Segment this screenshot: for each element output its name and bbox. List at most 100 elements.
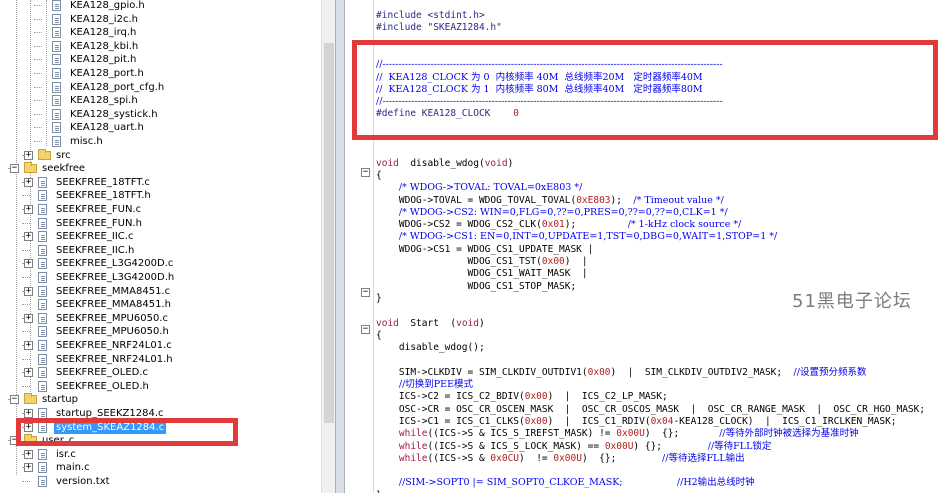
- tree-expand-toggle-icon[interactable]: −: [10, 395, 19, 405]
- tree-item-label: KEA128_port_cfg.h: [70, 81, 165, 93]
- tree-item-label: misc.h: [70, 136, 103, 147]
- code-token: disable_wdog();: [376, 342, 485, 354]
- tree-expand-toggle-icon[interactable]: +: [24, 286, 33, 296]
- tree-file[interactable]: SEEKFREE_18TFT.h: [22, 189, 300, 202]
- tree-file[interactable]: SEEKFREE_MMA8451.h: [22, 298, 300, 311]
- tree-file[interactable]: version.txt: [22, 475, 300, 488]
- folder-icon: [38, 148, 51, 160]
- tree-file[interactable]: KEA128_spi.h: [34, 94, 300, 107]
- tree-scrollbar-thumb[interactable]: [324, 43, 334, 423]
- tree-file[interactable]: + SEEKFREE_IIC.c: [22, 230, 300, 243]
- tree-file[interactable]: + SEEKFREE_OLED.c: [22, 366, 300, 379]
- fold-toggle-start[interactable]: −: [361, 325, 370, 334]
- code-token: );: [610, 194, 634, 206]
- tree-file[interactable]: KEA128_uart.h: [34, 121, 300, 134]
- tree-expand-toggle-icon[interactable]: +: [24, 409, 33, 418]
- tree-file[interactable]: KEA128_systick.h: [34, 108, 300, 121]
- tree-expand-toggle-icon[interactable]: +: [24, 463, 33, 473]
- tree-item-label: SEEKFREE_L3G4200D.c: [56, 258, 174, 270]
- tree-file[interactable]: SEEKFREE_FUN.h: [22, 217, 300, 230]
- code-token: #include <stdint.h>: [376, 10, 485, 21]
- tree-file[interactable]: SEEKFREE_MPU6050.h: [22, 325, 300, 338]
- file-icon: [52, 81, 61, 93]
- tree-expand-toggle-icon[interactable]: −: [10, 164, 19, 174]
- panel-splitter[interactable]: [335, 0, 345, 493]
- tree-vertical-scrollbar[interactable]: [321, 0, 336, 493]
- tree-item-label: SEEKFREE_NRF24L01.h: [56, 353, 173, 365]
- tree-item-label: seekfree: [42, 163, 86, 175]
- tree-file[interactable]: KEA128_port.h: [34, 67, 300, 80]
- code-line: WDOG_CS1_TST(0x00) |: [376, 256, 588, 268]
- code-token: OSC->CR = OSC_CR_OSCEN_MASK | OSC_CR_OSC…: [376, 403, 926, 415]
- code-line: {: [376, 330, 382, 342]
- file-icon: [38, 462, 47, 474]
- code-line: disable_wdog();: [376, 342, 485, 354]
- tree-guide-line: [30, 0, 31, 392]
- code-token: 0x04: [650, 415, 674, 427]
- tree-expand-toggle-icon[interactable]: +: [24, 177, 33, 187]
- tree-file[interactable]: + SEEKFREE_FUN.c: [22, 203, 300, 216]
- tree-expand-toggle-icon[interactable]: +: [24, 368, 33, 378]
- code-token: 0x00U: [616, 428, 645, 440]
- tree-file[interactable]: KEA128_pit.h: [34, 53, 300, 66]
- file-icon: [38, 312, 47, 324]
- file-icon: [38, 285, 47, 297]
- tree-file[interactable]: KEA128_kbi.h: [34, 40, 300, 53]
- file-icon: [38, 258, 47, 270]
- tree-file[interactable]: misc.h: [34, 135, 300, 148]
- tree-item-label: KEA128_pit.h: [70, 54, 137, 66]
- tree-file[interactable]: SEEKFREE_IIC.h: [22, 244, 300, 257]
- file-icon: [52, 27, 61, 39]
- tree-branch-line: [22, 385, 30, 387]
- code-token: void: [484, 157, 508, 169]
- tree-item-label: KEA128_gpio.h: [70, 0, 145, 11]
- tree-expand-toggle-icon[interactable]: +: [24, 150, 33, 160]
- tree-folder[interactable]: − startup: [8, 393, 300, 406]
- tree-branch-line: [34, 86, 42, 88]
- tree-file[interactable]: SEEKFREE_NRF24L01.h: [22, 353, 300, 366]
- tree-file[interactable]: + SEEKFREE_NRF24L01.c: [22, 339, 300, 352]
- tree-folder[interactable]: − seekfree: [8, 162, 300, 175]
- tree-item-label: SEEKFREE_MMA8451.c: [56, 285, 171, 297]
- tree-file[interactable]: + main.c: [22, 461, 300, 474]
- file-icon: [38, 353, 47, 365]
- fold-toggle-disable-wdog[interactable]: −: [361, 168, 370, 177]
- code-line: {: [376, 170, 382, 182]
- tree-expand-toggle-icon[interactable]: +: [24, 341, 33, 350]
- code-token: ) {};: [581, 452, 663, 464]
- tree-file[interactable]: KEA128_irq.h: [34, 26, 300, 39]
- tree-file[interactable]: + SEEKFREE_MMA8451.c: [22, 285, 300, 298]
- file-icon: [52, 122, 61, 134]
- code-token: ) {};: [644, 428, 720, 440]
- code-token: /* Timeout value */: [633, 194, 724, 206]
- tree-branch-line: [22, 304, 30, 306]
- tree-expand-toggle-icon[interactable]: +: [24, 313, 33, 323]
- tree-branch-line: [22, 222, 30, 224]
- file-icon: [38, 340, 47, 351]
- code-token: ((ICS->S & ICS_S_LOCK_MASK) ==: [427, 440, 605, 452]
- file-icon: [38, 204, 47, 215]
- code-token: /* WDOG->CS2: WIN=0,FLG=0,??=0,PRES=0,??…: [398, 206, 728, 218]
- file-icon: [52, 0, 61, 11]
- tree-file[interactable]: SEEKFREE_OLED.h: [22, 380, 300, 393]
- tree-file[interactable]: + isr.c: [22, 448, 300, 461]
- tree-file[interactable]: + SEEKFREE_18TFT.c: [22, 176, 300, 189]
- tree-file[interactable]: + SEEKFREE_L3G4200D.c: [22, 257, 300, 270]
- tree-file[interactable]: KEA128_gpio.h: [34, 0, 300, 12]
- tree-folder[interactable]: + src: [22, 148, 300, 162]
- tree-file[interactable]: + SEEKFREE_MPU6050.c: [22, 312, 300, 325]
- tree-expand-toggle-icon[interactable]: +: [24, 205, 33, 214]
- code-token: ) {};: [633, 440, 708, 452]
- tree-expand-toggle-icon[interactable]: +: [24, 449, 33, 459]
- tree-expand-toggle-icon[interactable]: +: [24, 259, 33, 269]
- code-line: /* WDOG->TOVAL: TOVAL=0xE803 */: [376, 182, 582, 194]
- code-token: 0x00U: [604, 440, 634, 452]
- code-token: }: [376, 292, 382, 304]
- tree-file[interactable]: KEA128_i2c.h: [34, 13, 300, 26]
- tree-expand-toggle-icon[interactable]: +: [24, 232, 33, 242]
- tree-file[interactable]: SEEKFREE_L3G4200D.h: [22, 271, 300, 284]
- tree-item-label: KEA128_irq.h: [70, 27, 137, 39]
- tree-file[interactable]: KEA128_port_cfg.h: [34, 81, 300, 94]
